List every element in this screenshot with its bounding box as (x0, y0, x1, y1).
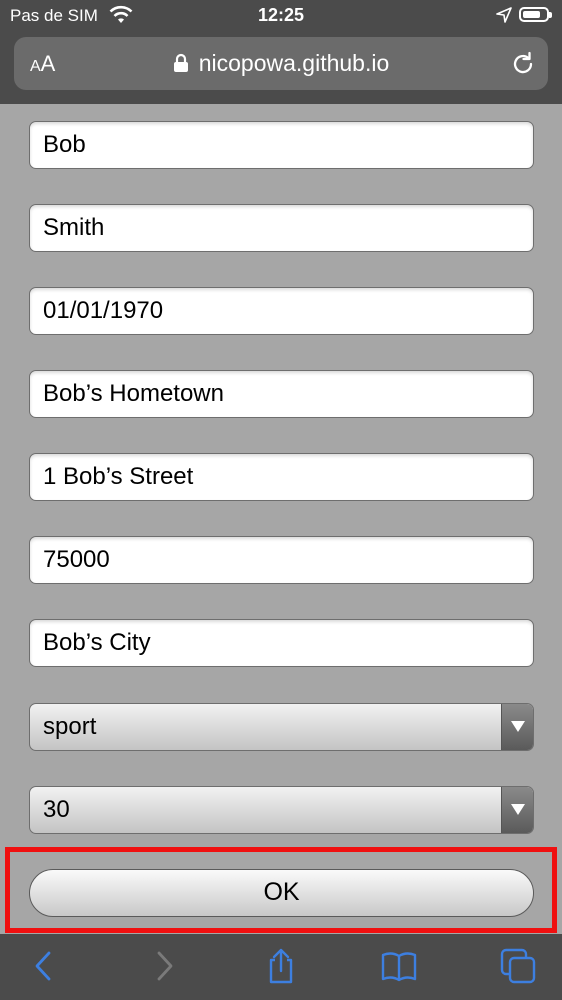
ok-button[interactable]: OK (29, 869, 534, 917)
url-display[interactable]: nicopowa.github.io (14, 50, 548, 77)
browser-bottom-toolbar (0, 934, 562, 1000)
last-name-field[interactable]: Smith (29, 204, 534, 252)
postal-code-field[interactable]: 75000 (29, 536, 534, 584)
lock-icon (173, 53, 188, 72)
status-bar: Pas de SIM 12:25 (0, 0, 562, 32)
number-select-value: 30 (43, 796, 70, 823)
reload-icon[interactable] (510, 51, 536, 77)
number-dropdown-arrow[interactable] (501, 787, 533, 833)
chevron-down-icon (511, 721, 525, 732)
number-select[interactable]: 30 (29, 786, 534, 834)
bookmarks-icon[interactable] (381, 948, 417, 984)
city-field[interactable]: Bob’s City (29, 619, 534, 667)
activity-select[interactable]: sport (29, 703, 534, 751)
forward-icon[interactable] (146, 948, 182, 984)
location-arrow-icon (496, 7, 512, 23)
tabs-icon[interactable] (500, 948, 536, 984)
birth-date-field[interactable]: 01/01/1970 (29, 287, 534, 335)
clock: 12:25 (257, 5, 305, 25)
activity-dropdown-arrow[interactable] (501, 704, 533, 750)
url-text: nicopowa.github.io (198, 50, 390, 76)
browser-top-bar: Pas de SIM 12:25 AA nicopowa.github.io (0, 0, 562, 104)
share-icon[interactable] (263, 948, 299, 984)
profile-form: Bob Smith 01/01/1970 Bob’s Hometown 1 Bo… (0, 104, 562, 934)
street-field[interactable]: 1 Bob’s Street (29, 453, 534, 501)
chevron-down-icon (511, 804, 525, 815)
first-name-field[interactable]: Bob (29, 121, 534, 169)
hometown-field[interactable]: Bob’s Hometown (29, 370, 534, 418)
battery-icon (519, 7, 552, 22)
address-bar[interactable]: AA nicopowa.github.io (14, 37, 548, 90)
back-icon[interactable] (26, 948, 62, 984)
activity-select-value: sport (43, 713, 97, 740)
